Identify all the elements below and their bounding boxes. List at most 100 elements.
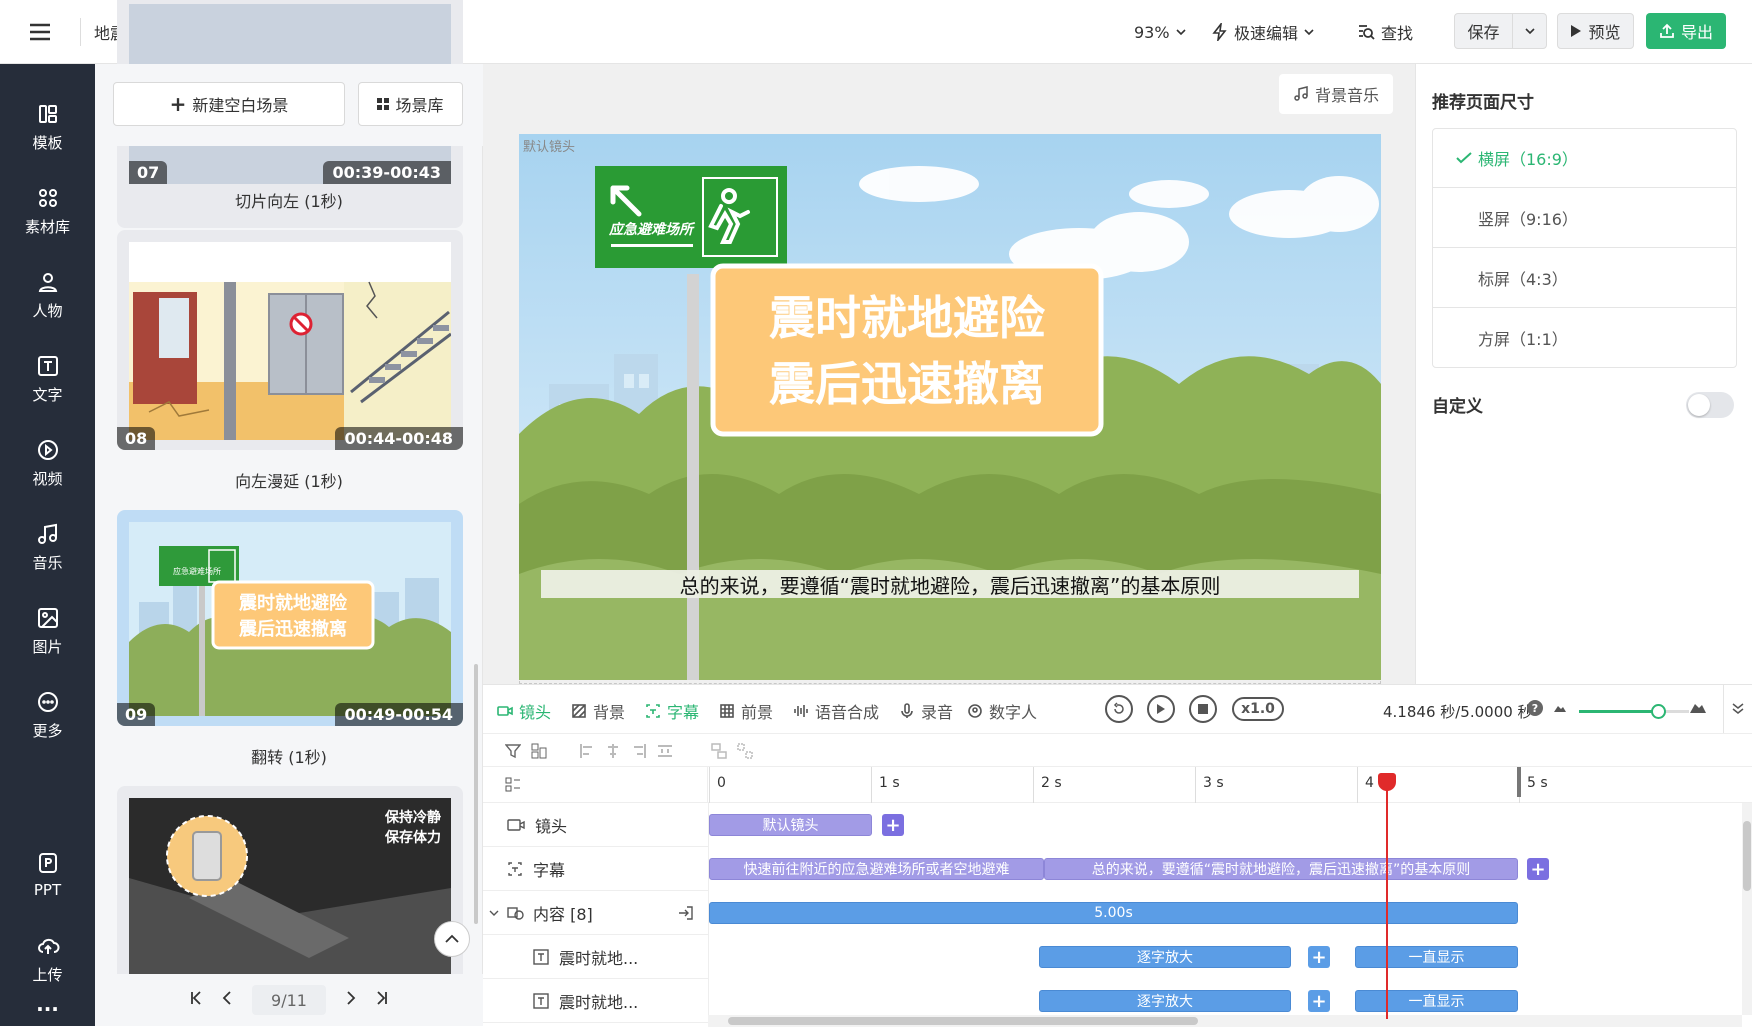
play-icon[interactable]: [1147, 695, 1175, 723]
tab-record[interactable]: 录音: [899, 699, 953, 723]
nav-item-music[interactable]: 音乐: [0, 512, 95, 582]
tab-foreground[interactable]: 前景: [719, 699, 773, 723]
content-clip[interactable]: 5.00s: [709, 902, 1518, 924]
add-camera-button[interactable]: +: [882, 814, 904, 836]
prev-page-icon[interactable]: [222, 991, 232, 1009]
scene-card-09[interactable]: 应急避难场所 震时就地避险 震后迅速撤离 09 00:49-00:54: [117, 510, 463, 726]
nav-ellipsis[interactable]: ...: [0, 994, 95, 1014]
board-line2[interactable]: 震后迅速撤离: [769, 357, 1045, 411]
camera-clip[interactable]: 默认镜头: [709, 814, 872, 836]
foreground-icon: [720, 704, 734, 718]
nav-item-upload[interactable]: 上传: [0, 924, 95, 994]
align-left-icon[interactable]: [579, 743, 595, 759]
track-layer-1[interactable]: 震时就地...: [483, 935, 708, 979]
add-subtitle-button[interactable]: +: [1527, 858, 1549, 880]
add-effect-button[interactable]: +: [1308, 946, 1330, 968]
ratio-option-16-9[interactable]: 横屏（16:9）: [1432, 128, 1737, 188]
add-effect-button[interactable]: +: [1308, 990, 1330, 1012]
scene-library-button[interactable]: 场景库: [358, 82, 463, 126]
ruler-label: 3 s: [1203, 775, 1224, 791]
custom-toggle[interactable]: [1686, 392, 1734, 418]
nav-item-material[interactable]: 素材库: [0, 176, 95, 246]
distribute-icon[interactable]: [657, 743, 673, 759]
next-page-icon[interactable]: [346, 991, 356, 1009]
edit-mode-dropdown[interactable]: 极速编辑: [1212, 18, 1314, 46]
scene-transition[interactable]: 切片向左 (1秒): [95, 188, 483, 212]
scene-transition[interactable]: 向左漫延 (1秒): [95, 468, 483, 492]
new-scene-button[interactable]: + 新建空白场景: [113, 82, 345, 126]
nav-item-more[interactable]: 更多: [0, 680, 95, 750]
ratio-option-4-3[interactable]: 标屏（4:3）: [1432, 248, 1737, 308]
playhead-handle[interactable]: [1377, 773, 1396, 791]
nav-item-text[interactable]: 文字: [0, 344, 95, 414]
ratio-option-9-16[interactable]: 竖屏（9:16）: [1432, 188, 1737, 248]
timeline-zoom-slider[interactable]: [1579, 704, 1689, 719]
subtitle-clip[interactable]: 快速前往附近的应急避难场所或者空地避难: [709, 858, 1044, 880]
save-button[interactable]: 保存: [1455, 14, 1513, 48]
replay-icon[interactable]: [1105, 695, 1133, 723]
timeline-v-scrollbar[interactable]: [1742, 803, 1752, 1015]
nav-item-person[interactable]: 人物: [0, 260, 95, 330]
tab-camera[interactable]: 镜头: [497, 699, 551, 723]
stop-icon[interactable]: [1189, 695, 1217, 723]
scroll-top-button[interactable]: [434, 921, 470, 957]
image-icon: [37, 607, 58, 628]
track-content[interactable]: 内容 [8]: [483, 891, 708, 935]
export-label: 导出: [1680, 23, 1713, 42]
nav-item-video[interactable]: 视频: [0, 428, 95, 498]
hamburger-menu-icon[interactable]: [26, 18, 54, 46]
enter-group-icon[interactable]: [678, 905, 694, 921]
nav-item-image[interactable]: 图片: [0, 596, 95, 666]
track-settings-icon[interactable]: [505, 777, 521, 793]
track-subtitle[interactable]: 字幕: [483, 847, 708, 891]
tab-subtitle[interactable]: 字幕: [645, 699, 699, 723]
board-line1[interactable]: 震时就地避险: [769, 291, 1046, 345]
scene-card-08[interactable]: 08 00:44-00:48: [117, 230, 463, 450]
zoom-dropdown[interactable]: 93%: [1134, 18, 1186, 46]
preview-button[interactable]: 预览: [1557, 13, 1634, 49]
find-button[interactable]: 查找: [1357, 18, 1413, 46]
zoom-in-mountain-icon[interactable]: [1689, 701, 1707, 714]
zoom-slider-knob[interactable]: [1651, 704, 1667, 719]
last-page-icon[interactable]: [376, 991, 388, 1009]
timeline-h-scrollbar[interactable]: [708, 1015, 1742, 1027]
hold-clip[interactable]: 一直显示: [1355, 946, 1518, 968]
nav-item-template[interactable]: 模板: [0, 92, 95, 162]
save-options-chevron-icon[interactable]: [1513, 14, 1546, 48]
effect-clip[interactable]: 逐字放大: [1039, 946, 1291, 968]
tab-background[interactable]: 背景: [571, 699, 625, 723]
nav-item-ppt[interactable]: PPT: [0, 840, 95, 910]
export-button[interactable]: 导出: [1646, 13, 1726, 49]
group-icon[interactable]: [711, 743, 727, 759]
scene-scrollbar[interactable]: [474, 664, 478, 924]
tab-tts[interactable]: 语音合成: [793, 699, 879, 723]
hold-clip[interactable]: 一直显示: [1355, 990, 1518, 1012]
scene-card-10[interactable]: 保持冷静 保存体力: [117, 786, 463, 1006]
ruler-tick: [1033, 767, 1034, 803]
effect-clip[interactable]: 逐字放大: [1039, 990, 1291, 1012]
scene-transition[interactable]: 翻转 (1秒): [95, 744, 483, 768]
help-icon[interactable]: ?: [1527, 700, 1543, 716]
track-layer-2[interactable]: 震时就地...: [483, 979, 708, 1023]
ratio-option-1-1[interactable]: 方屏（1:1）: [1432, 308, 1737, 368]
playhead[interactable]: [1377, 773, 1396, 1019]
filter-icon[interactable]: [505, 743, 521, 759]
zoom-out-mountain-icon[interactable]: [1553, 703, 1567, 713]
tab-digital-human[interactable]: 数字人: [967, 699, 1037, 723]
ungroup-icon[interactable]: [737, 743, 753, 759]
background-music-button[interactable]: 背景音乐: [1279, 74, 1393, 114]
track-camera[interactable]: 镜头: [483, 803, 708, 847]
align-center-icon[interactable]: [605, 743, 621, 759]
chevron-down-icon[interactable]: [489, 909, 499, 917]
subtitle-text[interactable]: 总的来说，要遵循“震时就地避险，震后迅速撤离”的基本原则: [541, 570, 1359, 598]
time-ruler[interactable]: 01 s2 s3 s4 s5 s: [708, 767, 1752, 803]
track-label: 震时就地...: [559, 948, 639, 968]
subtitle-clip[interactable]: 总的来说，要遵循“震时就地避险，震后迅速撤离”的基本原则: [1044, 858, 1518, 880]
align-right-icon[interactable]: [631, 743, 647, 759]
camera-label[interactable]: 默认镜头: [523, 136, 575, 155]
playback-speed[interactable]: x1.0: [1232, 697, 1284, 721]
page-input[interactable]: 9/11: [252, 985, 326, 1015]
collapse-timeline-icon[interactable]: [1731, 701, 1745, 715]
layers-icon[interactable]: [531, 743, 547, 759]
first-page-icon[interactable]: [190, 991, 202, 1009]
